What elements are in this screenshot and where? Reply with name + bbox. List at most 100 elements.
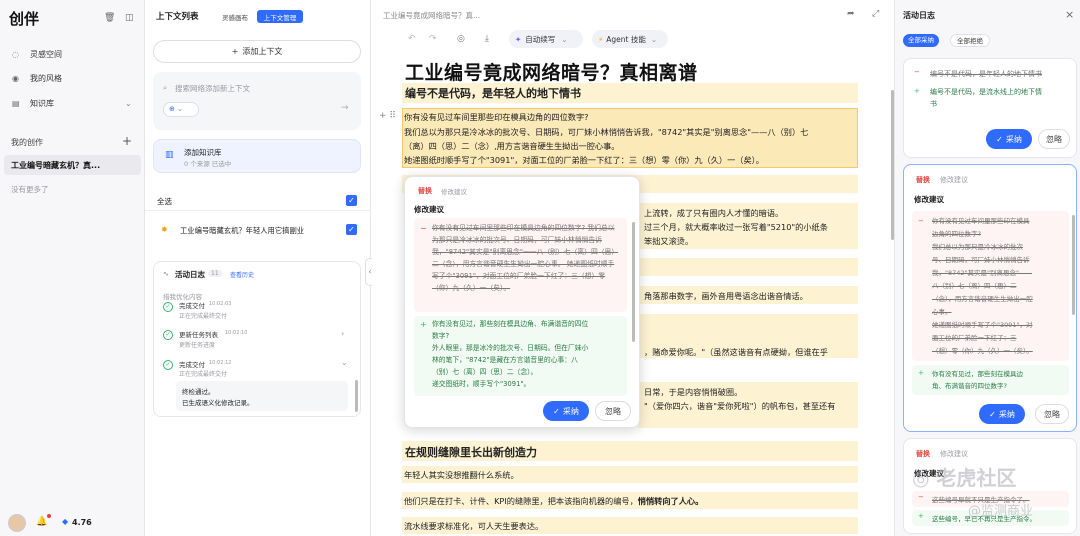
auto-continue-button[interactable]: ✦ 自动续写 ⌄ (509, 30, 583, 48)
search-card: ⌕ 搜索网络添加新上下文 ⊕ ⌄ → (153, 72, 361, 130)
context-item-checkbox[interactable]: ✓ (346, 224, 357, 235)
avatar[interactable] (8, 514, 26, 532)
share-icon[interactable]: ➦ (847, 9, 855, 19)
minus-icon: − (918, 493, 924, 501)
card-added-text: 编号不是代码，是流水线上的地下情 (930, 88, 1042, 96)
ignore-button[interactable]: 忽略 (1038, 129, 1070, 149)
activity-title: 活动日志 (903, 11, 935, 20)
expand-icon[interactable]: ⤢ (872, 9, 879, 19)
agent-skill-button[interactable]: ⚡ Agent 技能 ⌄ (592, 30, 668, 48)
section-heading-2: 在规则缝隙里长出新创造力 (405, 446, 537, 459)
context-item-label: 工业编号暗藏玄机？年轻人用它搞副业 (180, 226, 305, 235)
log-note-box: 终检通过。 已生成语义化修改记录。 (176, 381, 348, 411)
check-circle-icon: ✓ (163, 360, 173, 370)
replace-tag: 替换 (916, 450, 930, 458)
paragraph-fragment: ，赌命爱你呢。"（虽然这谐音有点硬拗，但谁在乎 (644, 347, 828, 357)
card-scrollbar[interactable] (1072, 215, 1075, 315)
popup-scrollbar[interactable] (632, 222, 635, 342)
palette-icon: ◉ (12, 73, 19, 83)
suggestion-heading: 修改建议 (414, 205, 444, 214)
log-title: 活动日志 (175, 270, 205, 279)
bolt-icon: ⚡ (598, 34, 604, 44)
chevron-down-icon[interactable]: ⌄ (341, 358, 348, 367)
kb-sub: 0 个来源 已选中 (184, 160, 232, 168)
paragraph-fragment: "（爱你四六，谐音"爱你死啦"）的帆布包，甚至还有 (644, 401, 836, 411)
log-note-line: 终检通过。 (182, 388, 215, 396)
log-entry-time: 10:02:12 (209, 360, 232, 366)
log-entry-title: 完成交付 (179, 302, 205, 310)
download-icon[interactable]: ⤓ (485, 34, 489, 44)
auto-continue-label: 自动续写 (525, 34, 556, 44)
select-all-label: 全选 (157, 197, 172, 206)
minus-icon: − (420, 224, 427, 233)
tiger-icon: ◎ (912, 466, 930, 490)
close-icon[interactable]: × (1065, 8, 1074, 21)
paragraph-fragment: 笨拙又滚烫。 (644, 236, 694, 246)
nav-my-style[interactable]: ◉ 我的风格 (0, 68, 145, 88)
bell-icon[interactable]: 🔔 (36, 517, 47, 527)
add-creation-icon[interactable]: + (122, 134, 132, 148)
accept-button[interactable]: ✓ 采纳 (979, 404, 1025, 424)
log-count: 11 (208, 270, 222, 277)
ignore-button[interactable]: 忽略 (595, 401, 631, 421)
nav-inspiration[interactable]: ◌ 灵感空间 (0, 44, 145, 64)
tab-canvas[interactable]: 灵感画布 (212, 10, 258, 23)
context-panel: 上下文列表 灵感画布 上下文管理 + 添加上下文 ⌕ 搜索网络添加新上下文 ⊕ ⌄… (145, 0, 375, 536)
tab-context-manage[interactable]: 上下文管理 (257, 10, 303, 23)
check-icon: ✓ (553, 406, 560, 416)
globe-dropdown[interactable]: ⊕ ⌄ (163, 102, 199, 117)
collapse-sidebar-icon[interactable]: ◫ (125, 13, 134, 23)
add-block-icon[interactable]: + ⠿ (379, 111, 396, 121)
accept-label: 采纳 (562, 406, 579, 416)
editor: 工业编号竟成网络暗号？真... ➦ ⤢ ↶ ↷ ◎ ⤓ ✦ 自动续写 ⌄ ⚡ Agen… (372, 0, 894, 536)
agent-skill-label: Agent 技能 (606, 34, 646, 44)
replace-tag: 替换 (418, 187, 432, 195)
accept-label: 采纳 (998, 409, 1015, 419)
select-all-checkbox[interactable]: ✓ (346, 195, 357, 206)
deleted-line: 我，"8742"其实是"别离思念"—— (932, 269, 1033, 277)
check-circle-icon: ✓ (163, 330, 173, 340)
suggestion-popup: 替换 修改建议 修改建议 − 你有没有见过车间里那些印在模具边角的四位数字? 我… (404, 176, 640, 428)
target-icon[interactable]: ◎ (457, 34, 465, 44)
redo-icon[interactable]: ↷ (429, 34, 437, 44)
nav-knowledge-base[interactable]: ▤ 知识库 ⌄ (0, 93, 145, 113)
replace-tag: 替换 (916, 176, 930, 184)
ignore-button[interactable]: 忽略 (1035, 404, 1069, 424)
added-text-box: + 你有没有见过，那些刻在模具边 角、布满谐音的四位数字? (912, 365, 1069, 395)
nav-label: 灵感空间 (30, 49, 62, 59)
added-text-box: + 你有没有见过，那些刻在模具边角、布满谐音的四位 数字? 外人眼里，那是冰冷的… (414, 316, 627, 396)
paragraph-line: 年轻人其实没想推翻什么系统。 (404, 470, 519, 480)
paragraph-line: 流水线要求标准化，可人天生要表达。 (404, 521, 544, 531)
accept-all-button[interactable]: 全部采纳 (903, 34, 939, 47)
view-history-link[interactable]: 查看历史 (230, 270, 254, 279)
check-icon: ✓ (996, 134, 1003, 144)
undo-icon[interactable]: ↶ (408, 34, 416, 44)
nav-label: 知识库 (30, 98, 54, 108)
context-title: 上下文列表 (156, 12, 199, 22)
knowledge-base-card[interactable]: ▥ 添加知识库 0 个来源 已选中 (153, 139, 361, 173)
watermark-handle: @监测商业 (968, 504, 1034, 519)
search-input[interactable]: 搜索网络添加新上下文 (175, 83, 250, 94)
send-arrow-icon[interactable]: → (341, 103, 349, 113)
divider (145, 210, 371, 211)
add-context-button[interactable]: + 添加上下文 (153, 40, 361, 63)
plus-icon: + (914, 87, 920, 95)
chevron-right-icon[interactable]: › (341, 329, 344, 338)
book-icon: ▤ (12, 98, 20, 108)
added-line: （别）七（离）四（思）二（念）。 (432, 368, 538, 376)
highlight-block (638, 258, 858, 276)
my-creations-title: 我的创作 (11, 138, 43, 147)
card-added-text: 书 (930, 100, 937, 108)
log-scrollbar[interactable] (355, 380, 358, 412)
trash-icon[interactable]: 🗑 (104, 13, 115, 23)
deleted-line: 号、日期码，可厂妹小林悄悄告诉 (932, 256, 1030, 264)
doc-item-active[interactable]: 工业编号暗藏玄机？真... (4, 155, 141, 175)
activity-icon: ∿ (163, 270, 169, 278)
log-note-line: 已生成语义化修改记录。 (182, 399, 254, 407)
section-heading-1: 编号不是代码，是年轻人的地下情书 (405, 87, 581, 100)
accept-button[interactable]: ✓ 采纳 (986, 129, 1032, 149)
watermark-text: 老虎社区 (936, 466, 1017, 490)
reject-all-button[interactable]: 全部拒绝 (950, 34, 990, 47)
accept-button[interactable]: ✓ 采纳 (543, 401, 589, 421)
added-line: 递交图纸时，顺手写个"3091"。 (432, 380, 531, 388)
